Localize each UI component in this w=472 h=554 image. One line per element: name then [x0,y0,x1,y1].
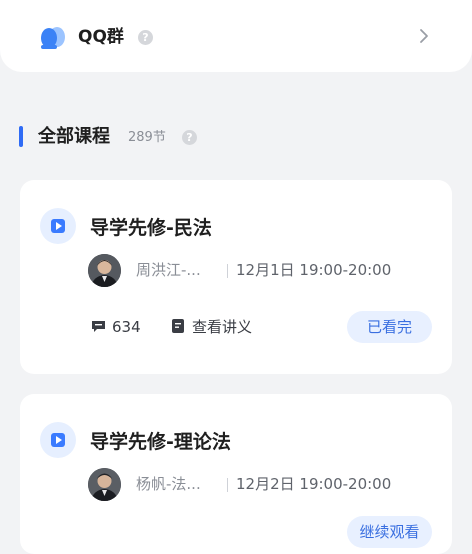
lesson-count: 289节 [128,130,166,145]
chevron-right-icon[interactable] [419,28,429,44]
qq-group-icon [41,27,65,49]
continue-watching-button[interactable]: 继续观看 [347,516,432,548]
teacher-avatar [88,254,121,287]
watched-button[interactable]: 已看完 [347,311,432,343]
course-title[interactable]: 导学先修-理论法 [90,430,231,454]
course-time: 12月2日 19:00-20:00 [236,475,392,493]
qq-group-row[interactable]: QQ群 ? [0,0,472,72]
divider [227,478,228,492]
comment-count: 634 [112,318,141,336]
teacher-name: 杨帆-法... [136,475,201,493]
document-icon [172,319,184,333]
section-title: 全部课程 [38,126,110,147]
course-title[interactable]: 导学先修-民法 [90,216,212,240]
comment-icon [92,321,105,332]
help-icon[interactable]: ? [182,130,197,145]
section-accent-bar [19,126,23,147]
course-time: 12月1日 19:00-20:00 [236,261,392,279]
play-icon [40,208,76,244]
qq-group-label: QQ群 [78,27,124,47]
teacher-avatar [88,468,121,501]
course-card[interactable]: 导学先修-民法 周洪江-... 12月1日 19:00-20:00 634 查看… [20,180,452,374]
divider [227,264,228,278]
help-icon[interactable]: ? [138,30,153,45]
play-icon [40,422,76,458]
teacher-name: 周洪江-... [136,261,201,279]
view-notes-link[interactable]: 查看讲义 [192,317,252,337]
course-card[interactable]: 导学先修-理论法 杨帆-法... 12月2日 19:00-20:00 继续观看 [20,394,452,554]
